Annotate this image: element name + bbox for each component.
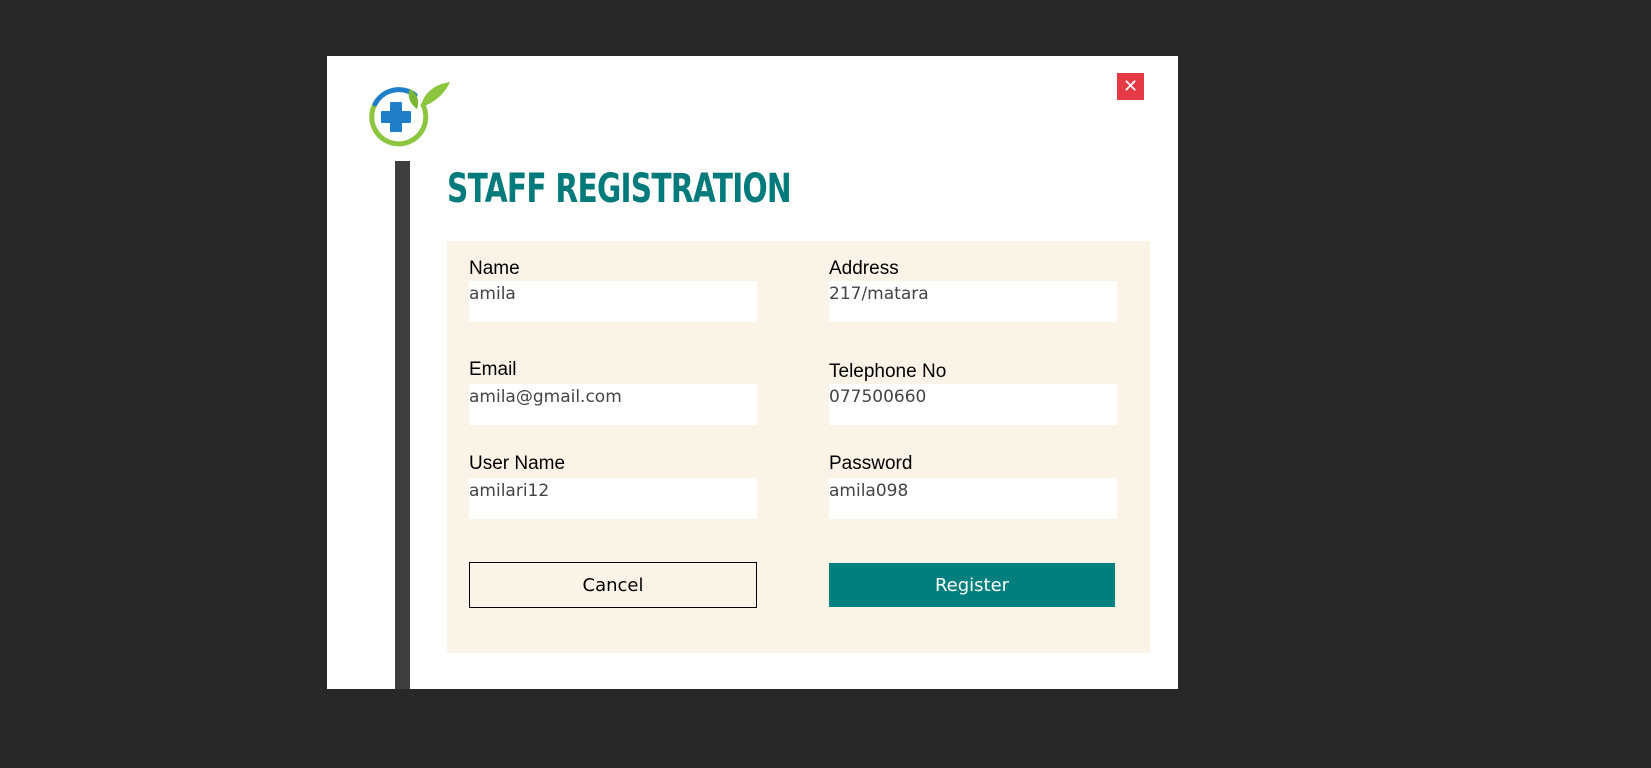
password-field[interactable]: amila098 — [829, 478, 1117, 519]
medical-cross-leaf-logo — [369, 82, 450, 147]
password-label: Password — [829, 453, 913, 474]
registration-form: Name amila Address 217/matara Email amil… — [447, 241, 1150, 653]
close-button[interactable]: ✕ — [1117, 73, 1144, 100]
address-label: Address — [829, 258, 899, 279]
telephone-field[interactable]: 077500660 — [829, 384, 1117, 425]
telephone-label: Telephone No — [829, 361, 947, 382]
register-button[interactable]: Register — [829, 563, 1115, 607]
staff-registration-dialog: ✕ STAFF REGISTRATION Name amila Address … — [327, 56, 1178, 689]
address-field[interactable]: 217/matara — [829, 281, 1117, 322]
cancel-button[interactable]: Cancel — [469, 562, 757, 608]
username-label: User Name — [469, 453, 566, 474]
email-field[interactable]: amila@gmail.com — [469, 384, 757, 425]
page-title: STAFF REGISTRATION — [447, 166, 792, 212]
email-label: Email — [469, 359, 517, 380]
name-label: Name — [469, 258, 520, 279]
side-accent-bar — [395, 161, 410, 689]
name-field[interactable]: amila — [469, 281, 757, 322]
username-field[interactable]: amilari12 — [469, 478, 757, 519]
